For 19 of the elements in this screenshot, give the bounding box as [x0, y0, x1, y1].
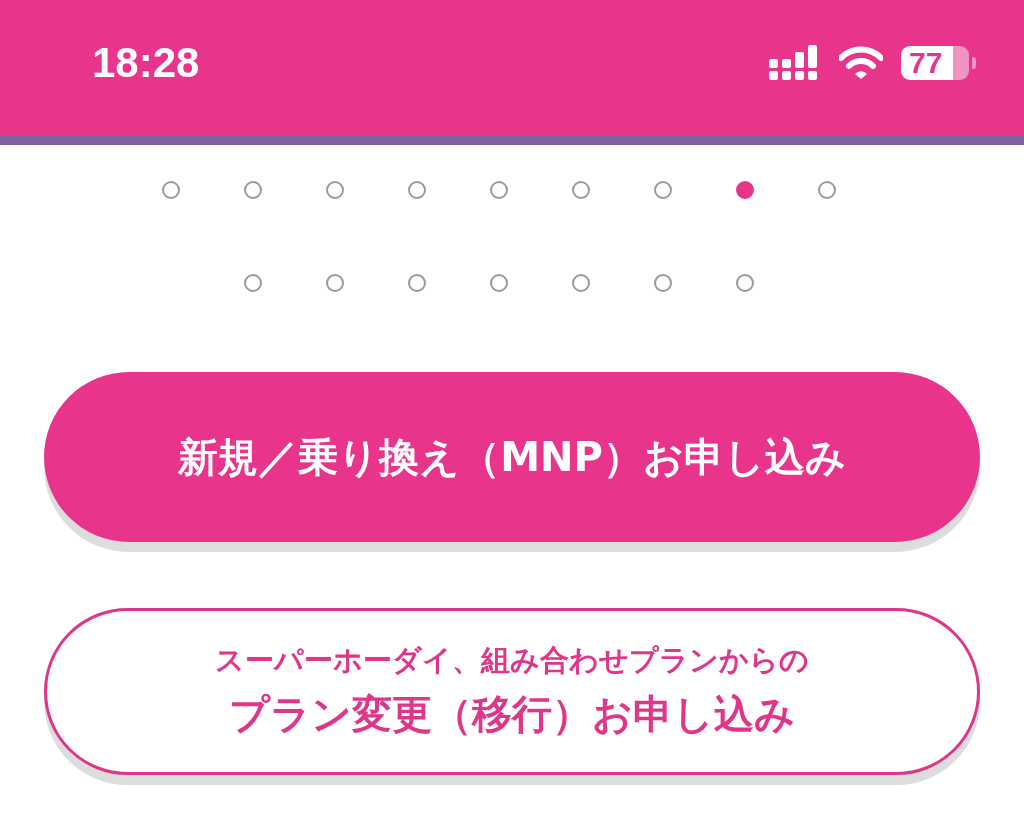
- page-dot[interactable]: [736, 274, 754, 292]
- page-dot[interactable]: [654, 181, 672, 199]
- page-dot[interactable]: [572, 181, 590, 199]
- page-dot[interactable]: [572, 274, 590, 292]
- page-dot[interactable]: [490, 274, 508, 292]
- page-dot[interactable]: [244, 274, 262, 292]
- page-dot[interactable]: [162, 181, 180, 199]
- battery-level: 77: [908, 45, 943, 80]
- page-dot[interactable]: [326, 181, 344, 199]
- page-dot[interactable]: [408, 181, 426, 199]
- wifi-icon: [839, 45, 883, 80]
- clock-time: 18:28: [92, 38, 200, 87]
- page-dot[interactable]: [490, 181, 508, 199]
- page-dot[interactable]: [408, 274, 426, 292]
- page-dot[interactable]: [818, 181, 836, 199]
- page-dot[interactable]: [736, 181, 754, 199]
- page-dot[interactable]: [326, 274, 344, 292]
- page-dot[interactable]: [244, 181, 262, 199]
- page-dot[interactable]: [654, 274, 672, 292]
